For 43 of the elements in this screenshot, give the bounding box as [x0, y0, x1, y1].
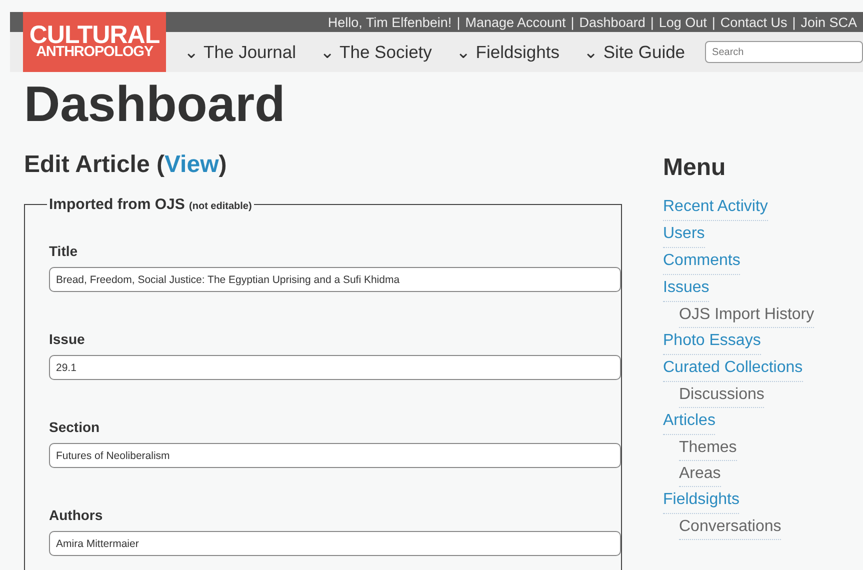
text-field[interactable]: Amira Mittermaier — [49, 531, 621, 556]
greeting-text: Hello, Tim Elfenbein! — [328, 14, 452, 30]
menu-link[interactable]: Comments — [663, 248, 740, 275]
fieldset-legend: Imported from OJS (not editable) — [47, 196, 254, 213]
nav-menu-item[interactable]: ⌄ Site Guide — [571, 42, 698, 62]
menu-link[interactable]: Users — [663, 221, 705, 248]
menu-link[interactable]: Discussions — [679, 382, 764, 408]
nav-menu-item[interactable]: ⌄ The Society — [308, 42, 444, 62]
menu-link[interactable]: Fieldsights — [663, 487, 740, 514]
section-heading: Edit Article (View) — [24, 150, 227, 180]
menu-link[interactable]: Curated Collections — [663, 355, 803, 382]
separator-text: | — [712, 14, 716, 30]
menu-link[interactable]: Conversations — [679, 514, 782, 540]
text-field[interactable]: Futures of Neoliberalism — [49, 443, 621, 468]
menu-link[interactable]: Articles — [663, 408, 716, 435]
account-link[interactable]: Log Out — [658, 14, 707, 30]
menu-link[interactable]: Photo Essays — [663, 328, 761, 355]
menu-link[interactable]: Areas — [679, 461, 721, 487]
menu-link[interactable]: Issues — [663, 275, 710, 302]
account-link[interactable]: Dashboard — [579, 14, 646, 30]
menu-link[interactable]: Themes — [679, 435, 737, 461]
menu-link[interactable]: Recent Activity — [663, 194, 768, 221]
separator-text: | — [792, 14, 796, 30]
text-field[interactable]: 29.1 — [49, 355, 621, 380]
field-label: Authors — [49, 507, 104, 523]
account-link[interactable]: Contact Us — [720, 14, 788, 30]
field-label: Issue — [49, 331, 86, 347]
account-link[interactable]: Manage Account — [465, 14, 566, 30]
account-link[interactable]: Join SCA — [800, 14, 857, 30]
separator-text: | — [456, 14, 460, 30]
view-link[interactable]: View — [164, 151, 219, 178]
site-logo[interactable]: CULTURAL ANTHROPOLOGY — [23, 12, 166, 72]
field-label: Title — [49, 243, 79, 259]
nav-menu-item[interactable]: ⌄ The Journal — [172, 42, 308, 62]
separator-text: | — [570, 14, 574, 30]
search-field[interactable]: Search — [705, 41, 863, 63]
field-label: Section — [49, 419, 101, 435]
separator-text: | — [650, 14, 654, 30]
page-title: Dashboard — [24, 76, 286, 132]
nav-menu-item[interactable]: ⌄ Fieldsights — [444, 42, 572, 62]
menu-title: Menu — [663, 154, 727, 182]
menu-link[interactable]: OJS Import History — [679, 302, 814, 328]
text-field[interactable]: Bread, Freedom, Social Justice: The Egyptian Uprising and a Sufi Khidma — [49, 267, 621, 292]
